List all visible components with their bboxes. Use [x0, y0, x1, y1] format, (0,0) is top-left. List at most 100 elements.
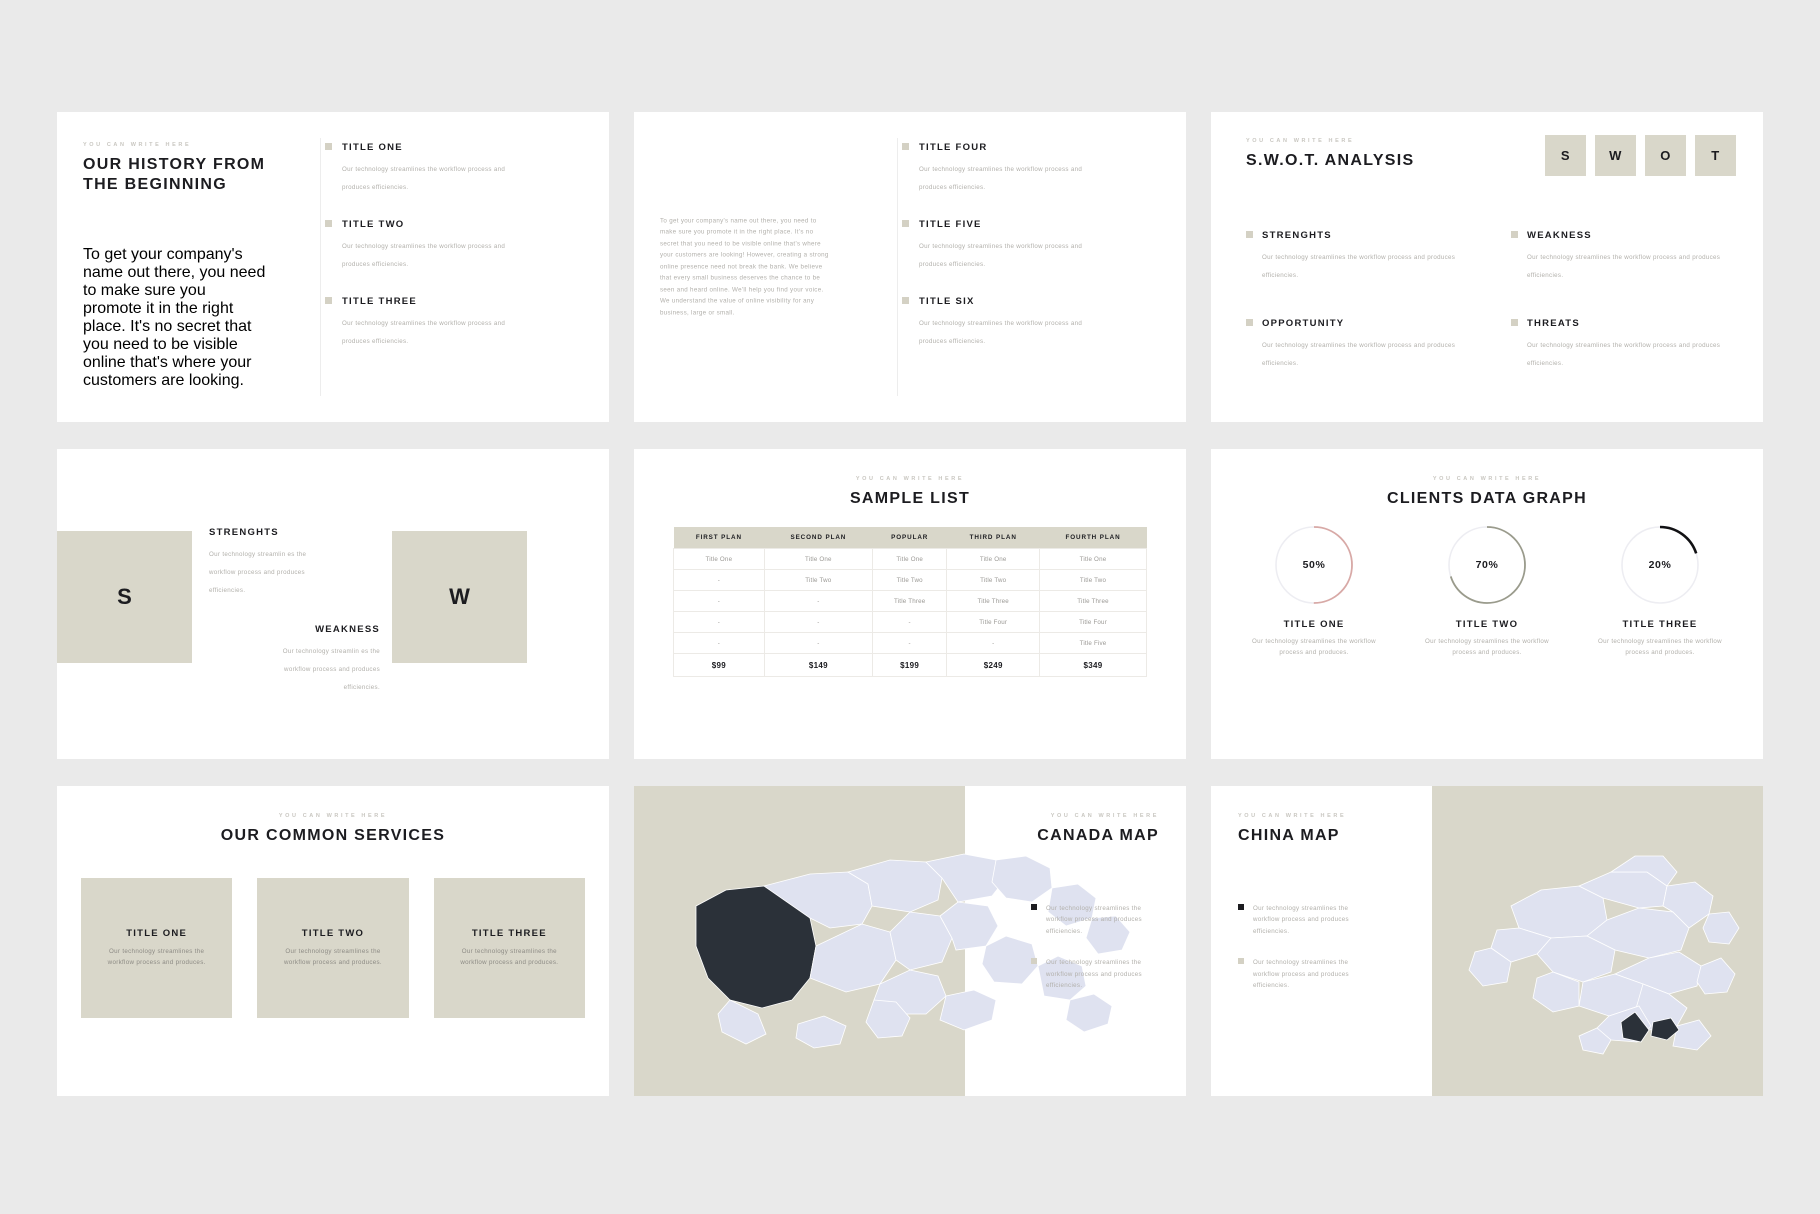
- square-bullet-icon: [1238, 904, 1244, 910]
- slide-canada-map[interactable]: YOU CAN WRITE HERE CANADA MAP Our techno…: [634, 786, 1186, 1096]
- table-row: - - - Title Four Title Four: [673, 611, 1147, 633]
- list-item[interactable]: TITLE ONE Our technology streamlines the…: [325, 142, 587, 194]
- slide-our-history[interactable]: YOU CAN WRITE HERE OUR HISTORY FROM THE …: [57, 112, 609, 422]
- pricing-table[interactable]: FIRST PLAN SECOND PLAN POPULAR THIRD PLA…: [673, 527, 1147, 677]
- table-cell: -: [871, 632, 948, 654]
- letter-block-w: W: [392, 531, 527, 663]
- donut-chart-50: 50%: [1273, 524, 1355, 606]
- page-title: S.W.O.T. ANALYSIS: [1246, 152, 1415, 169]
- list-item[interactable]: TITLE THREE Our technology streamlines t…: [325, 296, 587, 348]
- square-bullet-icon: [325, 297, 332, 304]
- column-header: SECOND PLAN: [764, 527, 873, 549]
- table-cell: Title One: [871, 548, 948, 570]
- swot-cell-opportunity[interactable]: OPPORTUNITY Our technology streamlines t…: [1246, 318, 1471, 370]
- slide-clients-data-graph[interactable]: YOU CAN WRITE HERE CLIENTS DATA GRAPH 50…: [1211, 449, 1763, 759]
- square-bullet-icon: [1031, 904, 1037, 910]
- slide-swot-analysis[interactable]: YOU CAN WRITE HERE S.W.O.T. ANALYSIS S W…: [1211, 112, 1763, 422]
- square-bullet-icon: [1238, 958, 1244, 965]
- list-item[interactable]: Our technology streamlines the workflow …: [1238, 957, 1366, 991]
- page-title: OUR HISTORY FROM THE BEGINNING: [83, 156, 266, 194]
- square-bullet-icon: [325, 220, 332, 227]
- eyebrow-label: YOU CAN WRITE HERE: [278, 813, 388, 819]
- slide-sample-list[interactable]: YOU CAN WRITE HERE SAMPLE LIST FIRST PLA…: [634, 449, 1186, 759]
- table-cell: -: [673, 590, 765, 612]
- donut-value: 50%: [1302, 559, 1326, 571]
- weakness-block: WEAKNESS Our technology streamlin es the…: [262, 624, 380, 694]
- bullet-text: Our technology streamlines the workflow …: [1253, 959, 1349, 990]
- swot-box-t[interactable]: T: [1695, 135, 1736, 176]
- list-item[interactable]: Our technology streamlines the workflow …: [1238, 903, 1366, 937]
- table-cell: -: [673, 611, 765, 633]
- donut-item-one[interactable]: 50% TITLE ONE Our technology streamlines…: [1235, 524, 1393, 659]
- donut-chart-group: 50% TITLE ONE Our technology streamlines…: [1235, 524, 1739, 659]
- table-cell: -: [763, 590, 873, 612]
- square-bullet-icon: [1246, 319, 1253, 326]
- service-card-three[interactable]: TITLE THREE Our technology streamlines t…: [433, 878, 585, 1018]
- list-item[interactable]: TITLE SIX Our technology streamlines the…: [902, 296, 1164, 348]
- table-cell: Title Two: [946, 569, 1041, 591]
- table-cell: Title Three: [871, 590, 948, 612]
- donut-chart-20: 20%: [1619, 524, 1701, 606]
- card-desc: Our technology streamlines the workflow …: [460, 947, 559, 966]
- square-bullet-icon: [1511, 319, 1518, 326]
- swot-cell-desc: Our technology streamlines the workflow …: [1262, 342, 1456, 367]
- slide-deck: YOU CAN WRITE HERE OUR HISTORY FROM THE …: [0, 0, 1820, 1214]
- square-bullet-icon: [325, 143, 332, 150]
- card-desc: Our technology streamlines the workflow …: [107, 947, 206, 966]
- slide-row-3: YOU CAN WRITE HERE OUR COMMON SERVICES T…: [0, 786, 1820, 1096]
- table-cell: Title Two: [1039, 569, 1147, 591]
- slide-company-story[interactable]: To get your company's name out there, yo…: [634, 112, 1186, 422]
- feature-title: TITLE ONE: [342, 142, 403, 153]
- vertical-divider: [897, 138, 898, 396]
- swot-cell-weakness[interactable]: WEAKNESS Our technology streamlines the …: [1511, 230, 1736, 282]
- column-header: POPULAR: [872, 527, 947, 549]
- price-cell: $249: [946, 653, 1041, 677]
- donut-label: TITLE ONE: [1283, 619, 1345, 630]
- table-row: - Title Two Title Two Title Two Title Tw…: [673, 569, 1147, 591]
- feature-desc: Our technology streamlines the workflow …: [919, 166, 1083, 191]
- slide-row-2: S W STRENGHTS Our technology streamlin e…: [0, 449, 1820, 759]
- table-cell: -: [673, 632, 765, 654]
- table-cell: -: [871, 611, 948, 633]
- bullet-text: Our technology streamlines the workflow …: [1046, 905, 1142, 935]
- slide-common-services[interactable]: YOU CAN WRITE HERE OUR COMMON SERVICES T…: [57, 786, 609, 1096]
- square-bullet-icon: [902, 220, 909, 227]
- eyebrow-label: YOU CAN WRITE HERE: [83, 142, 192, 148]
- list-item[interactable]: Our technology streamlines the workflow …: [1031, 957, 1159, 991]
- table-cell: -: [673, 569, 765, 591]
- square-bullet-icon: [1031, 958, 1037, 965]
- slide-china-map[interactable]: YOU CAN WRITE HERE CHINA MAP Our technol…: [1211, 786, 1763, 1096]
- price-cell: $199: [871, 653, 948, 677]
- table-cell: Title Two: [871, 569, 948, 591]
- slide9-header: YOU CAN WRITE HERE CHINA MAP: [1238, 813, 1346, 846]
- card-title: TITLE TWO: [301, 927, 365, 939]
- service-card-one[interactable]: TITLE ONE Our technology streamlines the…: [81, 878, 233, 1018]
- donut-item-two[interactable]: 70% TITLE TWO Our technology streamlines…: [1408, 524, 1566, 659]
- list-item[interactable]: TITLE TWO Our technology streamlines the…: [325, 219, 587, 271]
- swot-cell-strengths[interactable]: STRENGHTS Our technology streamlines the…: [1246, 230, 1471, 282]
- price-cell: $99: [673, 653, 765, 677]
- list-item[interactable]: TITLE FOUR Our technology streamlines th…: [902, 142, 1164, 194]
- swot-cell-threats[interactable]: THREATS Our technology streamlines the w…: [1511, 318, 1736, 370]
- swot-box-w[interactable]: W: [1595, 135, 1636, 176]
- eyebrow-label: YOU CAN WRITE HERE: [1050, 813, 1159, 819]
- donut-value: 70%: [1475, 559, 1499, 571]
- swot-cell-desc: Our technology streamlines the workflow …: [1527, 342, 1721, 367]
- slide-strengths-weakness[interactable]: S W STRENGHTS Our technology streamlin e…: [57, 449, 609, 759]
- slide1-paragraph: To get your company's name out there, yo…: [83, 246, 266, 389]
- swot-box-s[interactable]: S: [1545, 135, 1586, 176]
- price-cell: $349: [1039, 653, 1147, 677]
- slide8-header: YOU CAN WRITE HERE CANADA MAP: [1037, 813, 1159, 846]
- service-card-two[interactable]: TITLE TWO Our technology streamlines the…: [257, 878, 409, 1018]
- table-row: Title One Title One Title One Title One …: [673, 548, 1147, 570]
- table-cell: Title Three: [1039, 590, 1147, 612]
- donut-item-three[interactable]: 20% TITLE THREE Our technology streamlin…: [1581, 524, 1739, 659]
- slide-row-1: YOU CAN WRITE HERE OUR HISTORY FROM THE …: [0, 112, 1820, 422]
- swot-cell-desc: Our technology streamlines the workflow …: [1527, 254, 1721, 279]
- table-row: - - - - Title Five: [673, 632, 1147, 654]
- swot-box-o[interactable]: O: [1645, 135, 1686, 176]
- list-item[interactable]: Our technology streamlines the workflow …: [1031, 903, 1159, 937]
- table-cell: Title Four: [946, 611, 1041, 633]
- list-item[interactable]: TITLE FIVE Our technology streamlines th…: [902, 219, 1164, 271]
- eyebrow-label: YOU CAN WRITE HERE: [1246, 138, 1355, 144]
